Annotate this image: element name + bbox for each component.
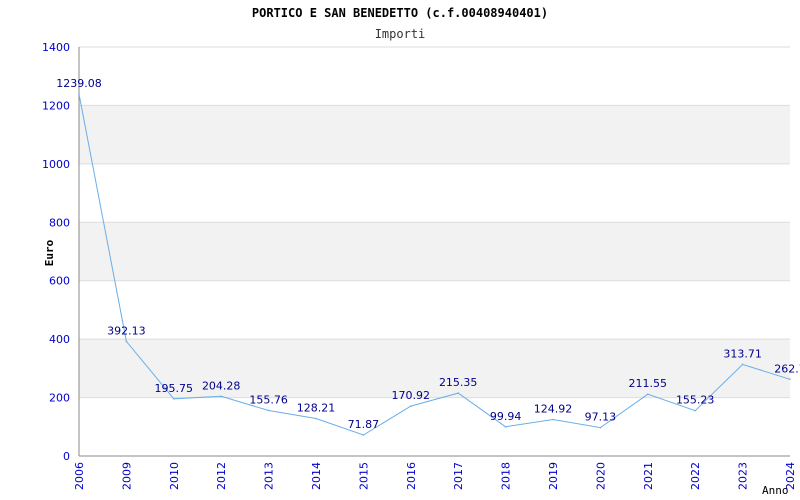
- data-label: 262.7: [774, 362, 800, 375]
- x-tick-label: 2016: [405, 462, 418, 490]
- x-tick-label: 2013: [263, 462, 276, 490]
- x-tick-label: 2018: [500, 462, 513, 490]
- grid-band: [79, 222, 790, 281]
- x-tick-label: 2006: [73, 462, 86, 490]
- data-label: 97.13: [585, 411, 617, 424]
- data-label: 155.76: [249, 393, 288, 406]
- grid-bands: [79, 105, 790, 398]
- data-point: [457, 392, 460, 394]
- data-point: [647, 393, 649, 395]
- data-point: [599, 426, 602, 429]
- data-point: [362, 434, 365, 436]
- data-point: [267, 409, 270, 412]
- x-tick-label: 2012: [215, 462, 228, 490]
- y-tick-label: 1000: [42, 158, 70, 171]
- data-point: [504, 426, 507, 428]
- x-tick-label: 2020: [594, 462, 607, 490]
- y-tick-label: 200: [49, 392, 70, 405]
- chart-subtitle: Importi: [375, 27, 426, 41]
- x-tick-label: 2019: [547, 462, 560, 490]
- x-tick-label: 2009: [120, 462, 133, 490]
- data-point: [315, 417, 317, 420]
- data-label: 215.35: [439, 376, 478, 389]
- data-label: 124.92: [534, 403, 573, 416]
- data-label: 211.55: [629, 377, 668, 390]
- data-label: 313.71: [723, 347, 762, 360]
- y-tick-label: 400: [49, 333, 70, 346]
- data-label: 71.87: [348, 418, 380, 431]
- y-tick-label: 600: [49, 275, 70, 288]
- data-label: 128.21: [297, 402, 336, 415]
- data-label: 195.75: [155, 382, 194, 395]
- y-tick-label: 0: [63, 450, 70, 463]
- data-point: [552, 418, 554, 421]
- x-tick-label: 2015: [357, 462, 370, 490]
- data-label: 204.28: [202, 379, 241, 392]
- y-tick-label: 800: [49, 216, 70, 229]
- line-chart: 1239.08 392.13 195.75 204.28 155.76 128.21 71.…: [42, 6, 800, 497]
- data-point: [220, 395, 222, 398]
- data-point: [789, 378, 791, 381]
- x-axis-label: Anno: [762, 484, 789, 497]
- data-point: [173, 398, 175, 400]
- data-point: [410, 405, 412, 407]
- x-tick-label: 2023: [737, 462, 750, 490]
- x-tick-label: 2014: [310, 462, 323, 490]
- y-axis-label: Euro: [43, 239, 56, 266]
- data-point: [741, 363, 744, 366]
- x-tick-label: 2022: [689, 462, 702, 490]
- data-point: [125, 340, 128, 343]
- grid-band: [79, 105, 790, 164]
- data-label: 170.92: [392, 389, 431, 402]
- y-tick-label: 1400: [42, 41, 70, 54]
- data-point: [78, 93, 80, 95]
- y-tick-label: 1200: [42, 99, 70, 112]
- data-label: 155.23: [676, 394, 715, 407]
- chart-title: PORTICO E SAN BENEDETTO (c.f.00408940401…: [252, 6, 548, 20]
- x-tick-label: 2017: [452, 462, 465, 490]
- x-tick-labels: 2006 2009 2010 2012 2013 2014 2015 2016 2017 2018…: [73, 462, 797, 490]
- x-tick-label: 2010: [168, 462, 181, 490]
- data-point: [694, 409, 696, 412]
- x-tick-label: 2021: [642, 462, 655, 490]
- data-label: 392.13: [107, 324, 146, 337]
- data-label: 99.94: [490, 410, 522, 423]
- data-label: 1239.08: [56, 77, 102, 90]
